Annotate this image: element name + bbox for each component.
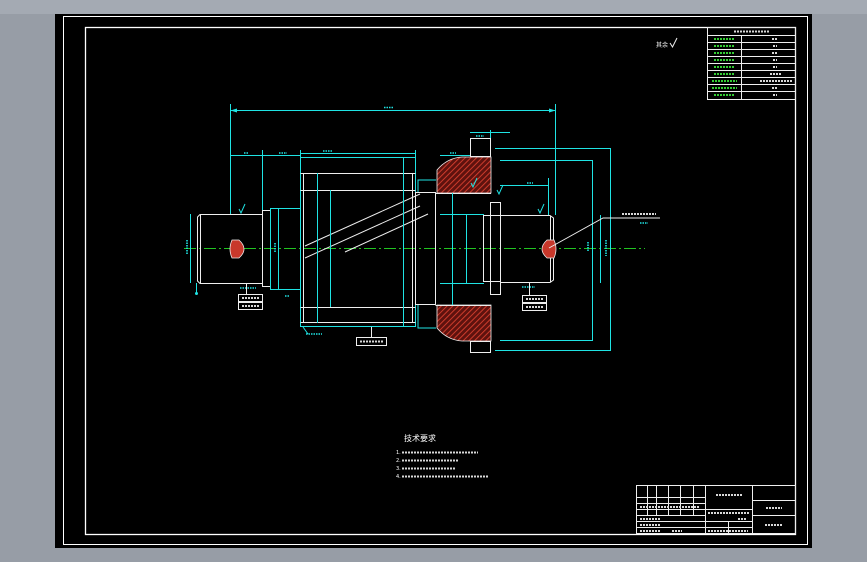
requirement-number: 1. — [396, 450, 401, 456]
left-center-hole — [229, 239, 245, 259]
right-center-hole — [541, 239, 557, 259]
cad-drawing-viewport[interactable]: 其余 技术要求 1. 2. 3. 4. — [0, 0, 867, 562]
app-top-strip — [0, 0, 867, 14]
datum-marker-icon — [195, 292, 198, 295]
requirement-number: 2. — [396, 458, 401, 464]
technical-requirements-title: 技术要求 — [404, 433, 436, 443]
roughness-note: 其余 — [656, 41, 668, 49]
requirement-number: 3. — [396, 466, 401, 472]
flange-section-hatch-bottom — [436, 304, 492, 342]
flange-section-hatch-top — [436, 156, 492, 194]
requirement-number: 4. — [396, 474, 401, 480]
